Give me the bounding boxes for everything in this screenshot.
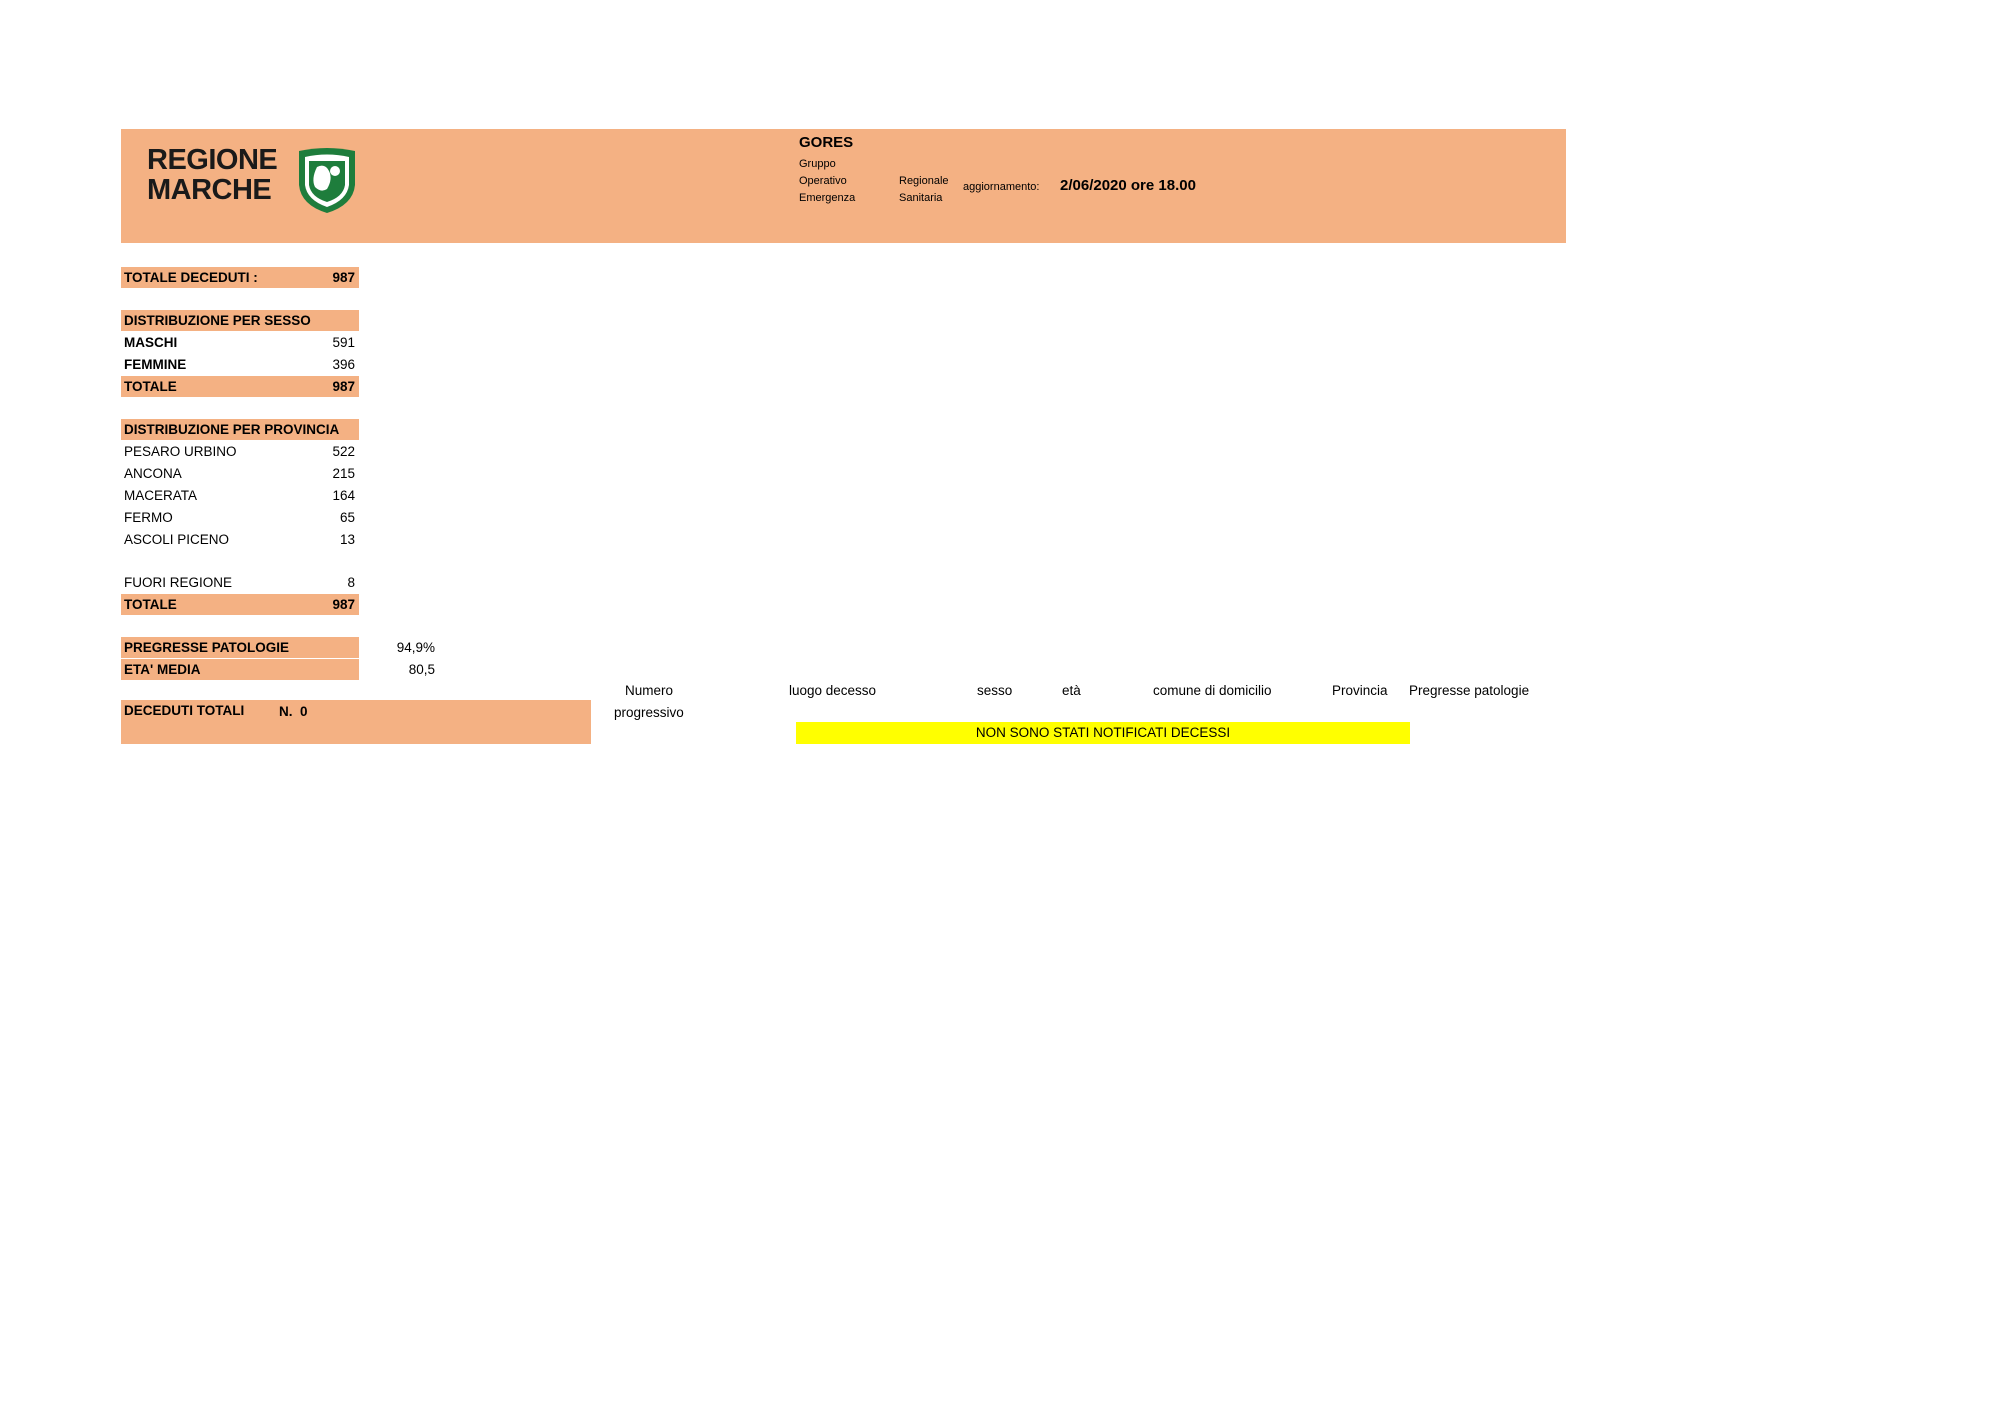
fuori-regione-value: 8	[347, 575, 355, 590]
update-value: 2/06/2020 ore 18.00	[1060, 177, 1196, 194]
provincia-title: DISTRIBUZIONE PER PROVINCIA	[124, 422, 340, 437]
provincia-value: 164	[332, 488, 355, 503]
provincia-value: 522	[332, 444, 355, 459]
sesso-total-label: TOTALE	[124, 379, 177, 394]
org-word-emergenza: Emergenza	[799, 192, 856, 204]
sesso-value: 591	[332, 335, 355, 350]
provincia-total-value: 987	[332, 597, 355, 612]
totale-deceduti-row: TOTALE DECEDUTI : 987	[121, 267, 359, 288]
provincia-label: MACERATA	[124, 488, 198, 503]
col-header-sesso: sesso	[977, 683, 1013, 698]
provincia-row-macerata: MACERATA 164	[121, 485, 359, 506]
eta-media-label: ETA' MEDIA	[124, 662, 201, 677]
totale-deceduti-label: TOTALE DECEDUTI :	[124, 270, 258, 285]
col-header-eta: età	[1062, 683, 1081, 698]
totale-deceduti-value: 987	[332, 270, 355, 285]
provincia-label: ANCONA	[124, 466, 182, 481]
provincia-row-fermo: FERMO 65	[121, 507, 359, 528]
pregresse-patologie-row: PREGRESSE PATOLOGIE	[121, 637, 359, 658]
sesso-row-femmine: FEMMINE 396	[121, 354, 359, 375]
eta-media-row: ETA' MEDIA	[121, 659, 359, 680]
logo-word-1: REGIONE	[147, 144, 278, 176]
sesso-section-title: DISTRIBUZIONE PER SESSO	[121, 310, 359, 331]
sesso-total-row: TOTALE 987	[121, 376, 359, 397]
no-deaths-notice: NON SONO STATI NOTIFICATI DECESSI	[796, 722, 1410, 744]
col-header-luogo-decesso: luogo decesso	[789, 683, 877, 698]
deceduti-totali-label: DECEDUTI TOTALI	[124, 703, 245, 718]
provincia-row-ancona: ANCONA 215	[121, 463, 359, 484]
provincia-section-title: DISTRIBUZIONE PER PROVINCIA	[121, 419, 359, 440]
provincia-total-row: TOTALE 987	[121, 594, 359, 615]
gores-title: GORES	[799, 134, 854, 151]
col-header-numero: Numero	[625, 683, 674, 698]
regione-marche-logo: REGIONE MARCHE	[145, 141, 375, 217]
org-word-gruppo: Gruppo	[799, 158, 836, 170]
col-header-progressivo: progressivo	[614, 705, 684, 720]
sesso-title: DISTRIBUZIONE PER SESSO	[124, 313, 311, 328]
sesso-row-maschi: MASCHI 591	[121, 332, 359, 353]
sesso-total-value: 987	[332, 379, 355, 394]
eta-media-value: 80,5	[408, 662, 435, 677]
logo-wordmark: REGIONE MARCHE	[147, 144, 278, 206]
provincia-value: 13	[339, 532, 355, 547]
sesso-label: MASCHI	[124, 335, 178, 350]
col-header-comune: comune di domicilio	[1153, 683, 1272, 698]
shield-icon	[299, 148, 355, 213]
provincia-row-ascoli: ASCOLI PICENO 13	[121, 529, 359, 550]
provincia-value: 215	[332, 466, 355, 481]
logo-word-2: MARCHE	[147, 174, 272, 206]
provincia-row-fuori-regione: FUORI REGIONE 8	[121, 572, 359, 593]
provincia-row-pesaro: PESARO URBINO 522	[121, 441, 359, 462]
col-header-pregresse-patologie: Pregresse patologie	[1409, 683, 1530, 698]
provincia-label: ASCOLI PICENO	[124, 532, 230, 547]
pregresse-patologie-label: PREGRESSE PATOLOGIE	[124, 640, 290, 655]
provincia-label: PESARO URBINO	[124, 444, 237, 459]
org-word-sanitaria: Sanitaria	[899, 192, 943, 204]
org-word-regionale: Regionale	[899, 175, 949, 187]
provincia-label: FERMO	[124, 510, 173, 525]
sesso-label: FEMMINE	[124, 357, 187, 372]
org-word-operativo: Operativo	[799, 175, 847, 187]
provincia-value: 65	[339, 510, 355, 525]
pregresse-patologie-value: 94,9%	[396, 640, 435, 655]
sesso-value: 396	[332, 357, 355, 372]
fuori-regione-label: FUORI REGIONE	[124, 575, 233, 590]
deceduti-totali-count: N. 0	[279, 704, 308, 719]
update-label: aggiornamento:	[963, 181, 1040, 193]
provincia-total-label: TOTALE	[124, 597, 177, 612]
col-header-provincia: Provincia	[1332, 683, 1388, 698]
